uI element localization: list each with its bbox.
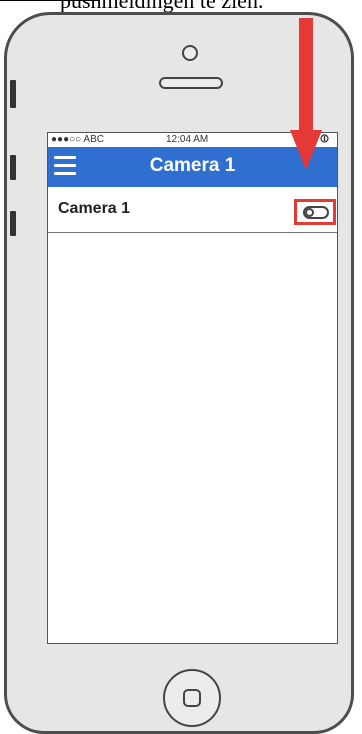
camera-row-label: Camera 1 [58,200,131,217]
phone-screen: ●●●○○ ABC 12:04 AM Camera 1 Camera 1 [47,132,338,644]
status-time: 12:04 AM [166,134,209,145]
notification-toggle[interactable] [303,206,329,219]
volume-up-button [10,155,16,180]
carrier-signal: ●●●○○ ABC [51,134,104,145]
arrow-head [290,130,322,170]
speaker-grille [159,77,223,89]
mute-switch [10,80,16,108]
toggle-highlight-box [294,199,336,225]
home-button[interactable] [163,669,221,727]
toggle-knob [305,208,314,217]
front-camera-icon [182,45,198,61]
down-arrow-annotation [299,18,313,134]
volume-down-button [10,211,16,236]
home-square-icon [183,689,201,707]
